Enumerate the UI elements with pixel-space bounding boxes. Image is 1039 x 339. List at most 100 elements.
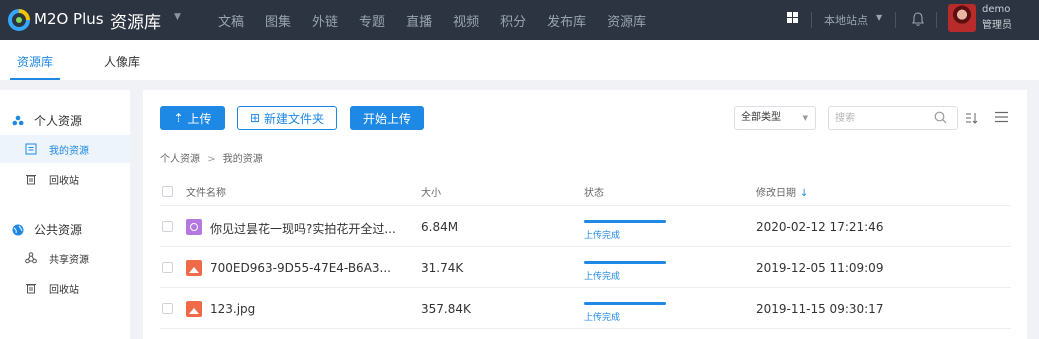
row-checkbox[interactable] [162, 221, 173, 232]
nav-item[interactable]: 直播 [406, 11, 432, 30]
chevron-down-icon[interactable]: ▼ [174, 12, 181, 22]
upload-button[interactable]: ⇡ 上传 [160, 106, 225, 130]
type-filter-select[interactable]: 全部类型 ▼ [734, 106, 816, 130]
sidebar-item-label: 回收站 [49, 284, 79, 296]
nav-item[interactable]: 资源库 [607, 11, 646, 30]
folder-plus-icon: ⊞ [249, 111, 261, 125]
upload-status: 上传完成 [584, 231, 621, 241]
module-title[interactable]: 资源库 [110, 8, 161, 33]
upload-status: 上传完成 [584, 313, 621, 323]
sidebar-section-personal[interactable]: 个人资源 [12, 112, 82, 129]
new-folder-button[interactable]: ⊞ 新建文件夹 [237, 106, 337, 130]
upload-status: 上传完成 [584, 272, 621, 282]
upload-icon: ⇡ [173, 111, 184, 125]
tab-portrait-library[interactable]: 人像库 [104, 53, 140, 70]
search-icon[interactable] [934, 111, 947, 124]
nav-item[interactable]: 发布库 [547, 11, 586, 30]
image-file-icon [186, 260, 202, 276]
sidebar-item-shared-resources[interactable]: 共享资源 [0, 244, 130, 272]
tab-bar: 资源库 人像库 [0, 40, 1039, 80]
row-checkbox[interactable] [162, 262, 173, 273]
avatar[interactable] [948, 4, 976, 32]
share-icon [25, 252, 37, 264]
file-size: 6.84M [421, 220, 459, 234]
breadcrumb: 个人资源 > 我的资源 [160, 150, 263, 165]
nav-item[interactable]: 专题 [359, 11, 385, 30]
sidebar-item-recycle-bin[interactable]: 回收站 [0, 165, 130, 193]
divider [936, 12, 937, 28]
start-upload-button[interactable]: 开始上传 [350, 106, 424, 130]
main-nav: 文稿 图集 外链 专题 直播 视频 积分 发布库 资源库 [218, 11, 667, 30]
nav-item[interactable]: 文稿 [218, 11, 244, 30]
m2o-logo-icon[interactable] [8, 9, 30, 31]
file-panel: ⇡ 上传 ⊞ 新建文件夹 开始上传 全部类型 ▼ 个人资源 > 我的资源 文件名… [143, 90, 1027, 339]
users-icon [12, 115, 24, 125]
chevron-down-icon[interactable]: ▼ [876, 13, 882, 22]
divider [895, 12, 896, 28]
upload-progress-bar [584, 261, 666, 264]
top-navbar: M2O Plus 资源库 ▼ 文稿 图集 外链 专题 直播 视频 积分 发布库 资源库 本地站点… [0, 0, 1039, 40]
tab-resource-library[interactable]: 资源库 [17, 53, 53, 70]
table-row[interactable]: 你见过昙花一现吗?实拍花开全过... 6.84M 上传完成 2020-02-12 17… [160, 207, 1011, 247]
table-row[interactable]: 700ED963-9D55-47E4-B6A3... 31.74K 上传完成 2019… [160, 248, 1011, 288]
sidebar-item-label: 我的资源 [49, 145, 89, 157]
row-checkbox[interactable] [162, 303, 173, 314]
sort-icon[interactable] [965, 112, 978, 124]
divider [811, 12, 812, 28]
sidebar-section-title: 个人资源 [34, 114, 83, 128]
new-folder-label: 新建文件夹 [264, 111, 325, 126]
image-file-icon [186, 301, 202, 317]
column-modified-date[interactable]: 修改日期 ↓ [756, 184, 808, 199]
bell-icon[interactable] [911, 11, 925, 27]
upload-progress-bar [584, 220, 666, 223]
sidebar-section-public[interactable]: 公共资源 [12, 221, 82, 238]
sidebar-item-label: 共享资源 [49, 254, 89, 266]
column-size: 大小 [421, 188, 441, 199]
chevron-down-icon: ▼ [802, 114, 808, 122]
upload-progress-bar [584, 302, 666, 305]
breadcrumb-separator: > [207, 154, 216, 165]
site-selector[interactable]: 本地站点 [824, 12, 868, 28]
nav-item[interactable]: 图集 [265, 11, 291, 30]
user-role[interactable]: 管理员 [982, 16, 1012, 31]
sidebar-item-my-resources[interactable]: 我的资源 [0, 135, 130, 163]
active-tab-indicator [10, 78, 60, 80]
breadcrumb-item[interactable]: 个人资源 [160, 154, 200, 165]
document-icon [25, 143, 37, 155]
file-name[interactable]: 123.jpg [210, 302, 255, 316]
breadcrumb-item: 我的资源 [222, 154, 263, 165]
trash-icon [26, 175, 36, 185]
nav-item[interactable]: 积分 [500, 11, 526, 30]
user-name[interactable]: demo [982, 4, 1010, 15]
video-file-icon [186, 219, 202, 235]
brand-name[interactable]: M2O Plus [34, 10, 104, 28]
table-row[interactable]: 123.jpg 357.84K 上传完成 2019-11-15 09:30:17 [160, 289, 1011, 329]
column-modified-date-label: 修改日期 [756, 188, 796, 199]
sidebar-item-label: 回收站 [49, 175, 79, 187]
table-header: 文件名称 大小 状态 修改日期 ↓ [160, 178, 1011, 206]
app-grid-icon[interactable] [787, 12, 798, 23]
sort-desc-icon[interactable]: ↓ [800, 188, 808, 199]
nav-item[interactable]: 外链 [312, 11, 338, 30]
column-status: 状态 [584, 188, 604, 199]
globe-icon [12, 224, 24, 235]
sidebar-section-title: 公共资源 [34, 223, 83, 237]
sidebar-item-public-recycle-bin[interactable]: 回收站 [0, 274, 130, 302]
upload-progress-fill [584, 220, 666, 223]
trash-icon [26, 284, 36, 294]
column-filename: 文件名称 [186, 188, 226, 199]
upload-progress-fill [584, 302, 666, 305]
file-name[interactable]: 700ED963-9D55-47E4-B6A3... [210, 261, 391, 275]
modified-date: 2019-11-15 09:30:17 [756, 302, 884, 316]
sidebar: 个人资源 我的资源 回收站 公共资源 共享资源 回收站 [0, 90, 130, 339]
select-all-checkbox[interactable] [162, 186, 173, 197]
modified-date: 2020-02-12 17:21:46 [756, 220, 884, 234]
type-filter-value: 全部类型 [741, 112, 781, 123]
nav-item[interactable]: 视频 [453, 11, 479, 30]
upload-progress-fill [584, 261, 666, 264]
file-size: 31.74K [421, 261, 464, 275]
upload-label: 上传 [187, 111, 212, 126]
file-name[interactable]: 你见过昙花一现吗?实拍花开全过... [210, 220, 396, 237]
modified-date: 2019-12-05 11:09:09 [756, 261, 884, 275]
menu-icon[interactable] [995, 111, 1008, 123]
